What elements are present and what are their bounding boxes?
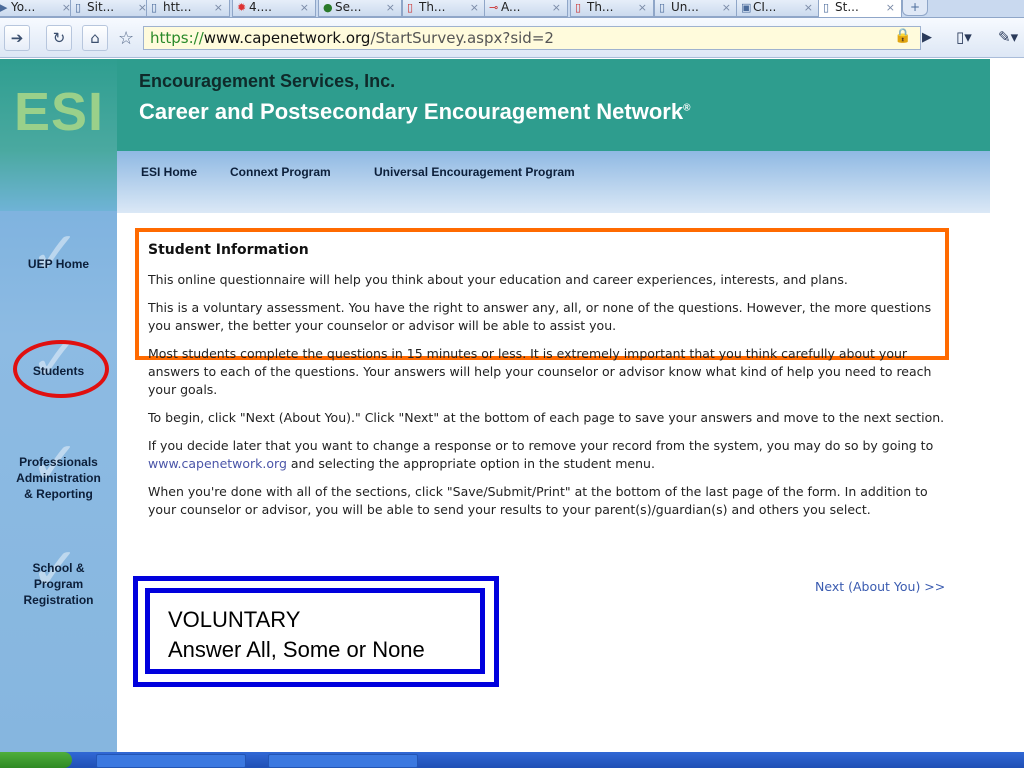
tab-strip: ▶Yo...× ▯Sit...× ▯htt...× ✹4....× ●Se...… [0, 0, 1024, 18]
close-icon[interactable]: × [722, 0, 731, 15]
forward-arrow-icon: ➔ [10, 29, 24, 47]
site-name: Career and Postsecondary Encouragement N… [139, 99, 691, 124]
page-icon: ▯ [151, 1, 158, 14]
intro-paragraph: This online questionnaire will help you … [148, 272, 848, 287]
checkmark-icon: ✓ [30, 219, 81, 289]
address-bar[interactable]: https://www.capenetwork.org/StartSurvey.… [143, 26, 921, 50]
new-tab-button[interactable]: + [902, 0, 928, 16]
youtube-icon: ▶ [0, 0, 11, 15]
close-icon[interactable]: × [386, 0, 395, 15]
lock-icon[interactable]: 🔒 [894, 28, 911, 44]
key-icon: ⊸ [489, 1, 499, 14]
tab-5[interactable]: ● Se... × [318, 0, 402, 17]
voluntary-paragraph: This is a voluntary assessment. You have… [148, 300, 932, 333]
tab-7[interactable]: ⊸ A... × [484, 0, 568, 17]
wrench-icon[interactable]: ✎▾ [998, 28, 1018, 46]
globe-icon: ● [323, 1, 333, 14]
close-icon[interactable]: × [638, 0, 647, 15]
tab-8[interactable]: ▯ Th... × [570, 0, 654, 17]
taskbar-button[interactable] [96, 754, 246, 768]
nav-universal-encouragement[interactable]: Universal Encouragement Program [374, 165, 575, 179]
taskbar [0, 752, 1024, 768]
sidebar-item-school-registration[interactable]: School & Program Registration [0, 560, 117, 608]
change-paragraph: If you decide later that you want to cha… [148, 438, 934, 471]
gear-icon: ✹ [237, 1, 247, 14]
sidebar-item-uep-home[interactable]: UEP Home [0, 256, 117, 272]
taskbar-button[interactable] [268, 754, 418, 768]
web-page: ESI ✓ UEP Home ✓ Students ✓ Professional… [0, 59, 1024, 752]
reload-button[interactable]: ↻ [46, 25, 72, 51]
start-button[interactable] [0, 752, 72, 768]
page-icon: ▯ [823, 1, 830, 14]
tab-4[interactable]: ✹ 4.... × [232, 0, 316, 17]
annotation-line-2: Answer All, Some or None [168, 637, 425, 662]
tab-9[interactable]: ▯ Un... × [654, 0, 738, 17]
plus-icon: + [909, 0, 921, 14]
esi-logo: ESI [14, 82, 105, 142]
home-button[interactable]: ⌂ [82, 25, 108, 51]
close-icon[interactable]: × [804, 0, 813, 15]
top-nav: ESI Home Connext Program Universal Encou… [117, 151, 990, 213]
browser-toolbar: ➔ ↻ ⌂ ☆ https://www.capenetwork.org/Star… [0, 18, 1024, 58]
tab-active[interactable]: ▯ St... × [818, 0, 902, 17]
tab-10[interactable]: ▣ CI... × [736, 0, 820, 17]
nav-connext-program[interactable]: Connext Program [230, 165, 331, 179]
tab-youtube[interactable]: ▶Yo...× [0, 0, 78, 17]
home-icon: ⌂ [90, 29, 100, 47]
org-name: Encouragement Services, Inc. [139, 71, 396, 91]
next-about-you-link[interactable]: Next (About You) >> [815, 579, 945, 594]
tab-3[interactable]: ▯ htt... × [146, 0, 230, 17]
red-circle-highlight [13, 340, 109, 398]
reload-icon: ↻ [52, 29, 66, 47]
forward-button[interactable]: ➔ [4, 25, 30, 51]
annotation-box: VOLUNTARY Answer All, Some or None [145, 588, 485, 674]
page-heading: Student Information [148, 242, 309, 258]
nav-esi-home[interactable]: ESI Home [141, 165, 197, 179]
page-icon: ▯ [407, 1, 414, 14]
annotation-line-1: VOLUNTARY [168, 607, 301, 632]
bookmark-star-icon[interactable]: ☆ [118, 28, 134, 49]
go-arrow-icon[interactable]: ▶ [922, 30, 932, 45]
close-icon[interactable]: × [552, 0, 561, 15]
capenetwork-link[interactable]: www.capenetwork.org [148, 456, 287, 471]
page-menu-icon[interactable]: ▯▾ [956, 28, 972, 46]
site-header: Encouragement Services, Inc. Career and … [117, 59, 990, 151]
tab-6[interactable]: ▯ Th... × [402, 0, 486, 17]
close-icon[interactable]: × [470, 0, 479, 15]
page-icon: ▯ [575, 1, 582, 14]
tab-2[interactable]: ▯ Sit... × [70, 0, 154, 17]
sidebar-item-professionals[interactable]: Professionals Administration & Reporting [0, 454, 117, 502]
page-icon: ▯ [75, 1, 82, 14]
done-paragraph: When you're done with all of the section… [148, 484, 928, 517]
sidebar: ESI ✓ UEP Home ✓ Students ✓ Professional… [0, 59, 117, 752]
close-icon[interactable]: × [886, 0, 895, 15]
time-paragraph: Most students complete the questions in … [148, 346, 932, 397]
close-icon[interactable]: × [300, 0, 309, 15]
begin-paragraph: To begin, click "Next (About You)." Clic… [148, 410, 945, 425]
logo-block: ESI [0, 59, 117, 211]
close-icon[interactable]: × [214, 0, 223, 15]
computer-icon: ▣ [741, 1, 752, 14]
page-icon: ▯ [659, 1, 666, 14]
main-content: Student Information This online question… [148, 241, 948, 529]
